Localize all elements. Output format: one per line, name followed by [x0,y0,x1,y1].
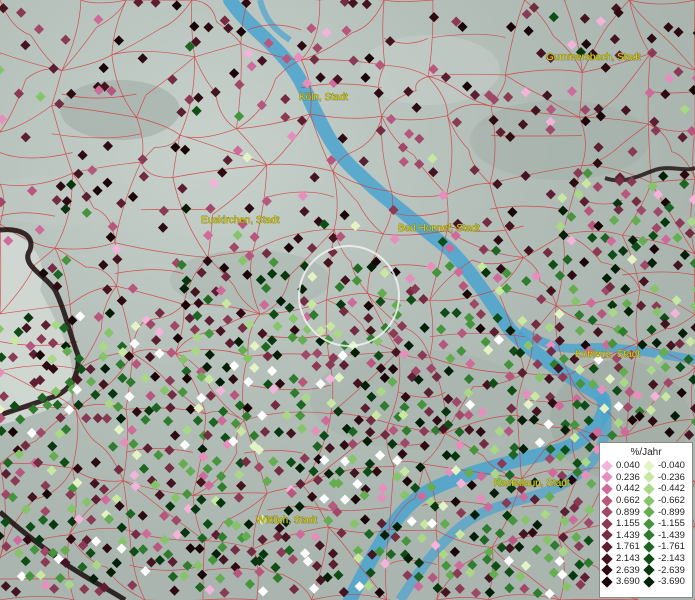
legend-swatch [601,529,613,542]
legend-value: -3.690 [658,576,685,588]
legend-swatch [601,518,613,530]
legend-value: 2.143 [616,553,640,565]
city-label-koeln: Köln, Stadt [299,92,348,103]
map-viewport[interactable]: Gummersbach, Stadt Köln, Stadt Euskirche… [0,0,695,600]
legend-positive-row: 0.442 [601,483,640,495]
legend-negative-row: -2.639 [643,564,685,576]
legend-swatch [601,552,613,565]
legend-value: 0.236 [616,471,640,483]
legend-swatch [601,564,613,576]
legend-value: -0.040 [658,460,685,472]
legend-swatch [601,471,613,484]
legend-negative-row: -0.040 [643,460,685,472]
city-label-wittlich: Wittlich, Stadt [256,515,317,526]
legend-swatch [643,576,655,588]
legend-swatch [643,529,655,542]
legend-negative-row: -3.690 [643,576,685,588]
legend-value: 1.761 [616,541,640,553]
legend: %/Jahr 0.040 0.236 0.442 0.662 0.899 1.155 1.4… [599,442,693,598]
legend-positive-row: 0.662 [601,494,640,507]
legend-value: -0.662 [658,495,685,507]
legend-positive-row: 2.639 [601,564,640,576]
legend-negative-row: -0.236 [643,471,685,484]
legend-title: %/Jahr [630,447,662,458]
legend-negative-row: -1.761 [643,541,685,553]
legend-value: -0.899 [658,506,685,518]
legend-positive-row: 0.236 [601,471,640,484]
legend-negative-row: -1.155 [643,518,685,530]
legend-swatch [601,460,613,472]
legend-value: 0.040 [616,460,640,472]
map-canvas[interactable]: Gummersbach, Stadt Köln, Stadt Euskirche… [0,0,695,600]
legend-value: 2.639 [616,564,640,576]
legend-positive-row: 1.439 [601,529,640,542]
legend-value: 3.690 [616,576,640,588]
legend-positive-row: 1.155 [601,518,640,530]
city-label-koblenz: Koblenz, Stadt [575,349,640,360]
legend-positive-row: 0.899 [601,506,640,518]
legend-negative-row: -2.143 [643,552,685,565]
legend-swatch [601,576,613,588]
city-label-kastellaun: Kastellaun, Stadt [494,478,570,489]
legend-value: -2.639 [658,564,685,576]
legend-value: -0.442 [658,483,685,495]
legend-swatch [643,518,655,530]
legend-negative-row: -0.662 [643,494,685,507]
legend-value: -1.155 [658,518,685,530]
legend-positive-row: 0.040 [601,460,640,472]
legend-negative-row: -0.899 [643,506,685,518]
legend-negative-row: -0.442 [643,483,685,495]
legend-swatch [643,541,655,553]
legend-value: -1.761 [658,541,685,553]
legend-value: -1.439 [658,529,685,541]
legend-value: 0.662 [616,495,640,507]
legend-swatch [601,506,613,518]
legend-positive-row: 3.690 [601,576,640,588]
legend-value: 1.155 [616,518,640,530]
legend-swatch [601,483,613,495]
legend-negative-column: -0.040 -0.236 -0.442 -0.662 -0.899 -1.155 -1.4… [643,460,685,588]
legend-positive-row: 1.761 [601,541,640,553]
legend-value: -2.143 [658,553,685,565]
city-label-bad-honnef: Bad Honnef, Stadt [398,223,480,234]
legend-swatch [643,552,655,565]
legend-swatch [643,494,655,507]
legend-value: 0.899 [616,506,640,518]
legend-value: 0.442 [616,483,640,495]
legend-value: 1.439 [616,529,640,541]
legend-swatch [643,483,655,495]
legend-negative-row: -1.439 [643,529,685,542]
legend-swatch [643,506,655,518]
legend-swatch [601,494,613,507]
legend-positive-column: 0.040 0.236 0.442 0.662 0.899 1.155 1.439 1.761… [601,460,640,588]
legend-swatch [643,564,655,576]
legend-swatch [643,471,655,484]
legend-positive-row: 2.143 [601,552,640,565]
legend-value: -0.236 [658,471,685,483]
legend-swatch [601,541,613,553]
city-label-euskirchen: Euskirchen, Stadt [201,215,280,226]
legend-swatch [643,460,655,472]
city-label-gummersbach: Gummersbach, Stadt [546,52,641,63]
